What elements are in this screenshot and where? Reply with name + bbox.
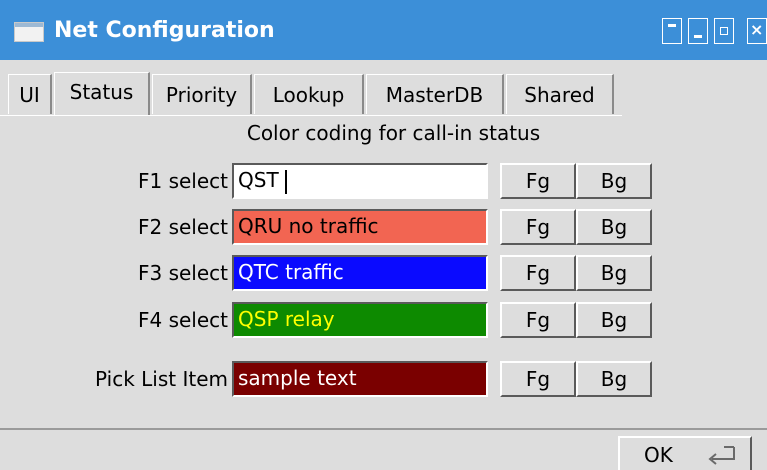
tab-ui[interactable]: UI [8, 74, 52, 114]
pick-list-bg-button[interactable]: Bg [576, 361, 652, 397]
pick-list-item-value: sample text [238, 366, 357, 390]
f3-select-value: QTC traffic [238, 260, 344, 284]
tab-bar: UI Status Priority Lookup MasterDB Share… [0, 72, 767, 116]
ok-label: OK [644, 443, 673, 467]
f4-bg-button[interactable]: Bg [576, 302, 652, 338]
maximize-icon[interactable] [714, 18, 734, 44]
f3-fg-button[interactable]: Fg [500, 255, 576, 291]
row-label-f1: F1 select [137, 169, 228, 193]
tab-status[interactable]: Status [54, 72, 150, 116]
f3-select-field[interactable]: QTC traffic [232, 255, 488, 291]
f4-select-value: QSP relay [238, 307, 335, 331]
f4-select-field[interactable]: QSP relay [232, 302, 488, 338]
f3-bg-button[interactable]: Bg [576, 255, 652, 291]
section-heading: Color coding for call-in status [246, 121, 541, 145]
pick-list-item-field[interactable]: sample text [232, 361, 488, 397]
tab-shared[interactable]: Shared [506, 74, 614, 114]
window-title: Net Configuration [54, 18, 275, 43]
f2-select-value: QRU no traffic [238, 214, 379, 238]
ok-button[interactable]: OK [618, 436, 752, 470]
row-label-f3: F3 select [137, 261, 228, 285]
net-configuration-window: Net Configuration × UI Status Priority L… [0, 0, 767, 470]
tab-masterdb[interactable]: MasterDB [366, 74, 504, 114]
tab-lookup[interactable]: Lookup [254, 74, 364, 114]
row-label-pick-list-item: Pick List Item [95, 367, 228, 391]
close-icon[interactable]: × [747, 18, 767, 44]
minimize-icon[interactable] [662, 18, 682, 44]
f2-select-field[interactable]: QRU no traffic [232, 209, 488, 245]
window-icon[interactable] [14, 22, 44, 42]
text-cursor [284, 169, 287, 194]
f1-select-field[interactable]: QST [232, 163, 488, 199]
f2-fg-button[interactable]: Fg [500, 209, 576, 245]
row-label-f4: F4 select [137, 308, 228, 332]
footer-separator [0, 428, 767, 430]
tab-panel-border [0, 115, 622, 116]
shade-icon[interactable] [688, 18, 708, 44]
close-glyph: × [750, 20, 764, 39]
title-bar[interactable]: Net Configuration × [0, 0, 767, 60]
f1-bg-button[interactable]: Bg [576, 163, 652, 199]
f1-select-value: QST [238, 168, 279, 192]
pick-list-fg-button[interactable]: Fg [500, 361, 576, 397]
enter-key-icon [708, 446, 735, 465]
f1-fg-button[interactable]: Fg [500, 163, 576, 199]
tab-priority[interactable]: Priority [152, 74, 252, 114]
f4-fg-button[interactable]: Fg [500, 302, 576, 338]
f2-bg-button[interactable]: Bg [576, 209, 652, 245]
row-label-f2: F2 select [137, 215, 228, 239]
